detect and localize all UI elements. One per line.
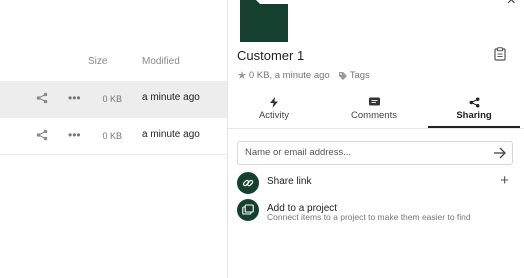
tag-icon (338, 71, 347, 80)
column-header-size[interactable]: Size (88, 56, 107, 67)
tab-activity[interactable]: Activity (228, 96, 320, 126)
share-link-row[interactable]: Share link + (237, 172, 517, 194)
file-size: 0 KB (102, 94, 122, 104)
tab-label: Activity (258, 110, 290, 121)
sidebar-tabs: Activity Comments Sharing (228, 96, 524, 129)
file-modified: a minute ago (142, 129, 200, 140)
clipboard-icon[interactable] (494, 47, 506, 61)
link-icon (237, 172, 259, 194)
file-size: 0 KB (102, 131, 122, 141)
star-icon[interactable]: ★ (237, 69, 247, 82)
bolt-icon (270, 97, 278, 108)
tags-link[interactable]: Tags (350, 70, 370, 81)
close-icon[interactable]: × (507, 0, 516, 10)
file-row[interactable]: ••• 0 KB a minute ago (0, 81, 227, 118)
share-link-label: Share link (267, 176, 312, 187)
tab-sharing[interactable]: Sharing (428, 96, 520, 128)
file-title: Customer 1 (237, 48, 305, 63)
arrow-right-icon[interactable] (493, 147, 507, 159)
add-to-project-row[interactable]: Add to a project Connect items to a proj… (237, 199, 517, 222)
share-search-field[interactable] (237, 141, 513, 165)
comment-icon (368, 97, 380, 106)
share-icon[interactable] (36, 129, 48, 141)
tab-comments[interactable]: Comments (328, 96, 420, 126)
file-meta: ★ 0 KB, a minute ago Tags (237, 69, 370, 82)
add-share-link-button[interactable]: + (500, 172, 509, 189)
column-header-modified[interactable]: Modified (142, 56, 180, 67)
project-icon (237, 199, 259, 221)
file-row[interactable]: ••• 0 KB a minute ago (0, 118, 227, 155)
add-to-project-description: Connect items to a project to make them … (267, 212, 471, 222)
tab-label: Sharing (456, 110, 492, 121)
share-icon[interactable] (36, 92, 48, 104)
size-time-text: 0 KB, a minute ago (248, 70, 330, 81)
tab-label: Comments (351, 110, 397, 121)
file-list: Size Modified ••• 0 KB a minute ago ••• … (0, 0, 227, 278)
share-icon (469, 97, 479, 108)
more-actions-icon[interactable]: ••• (68, 128, 81, 142)
share-with-input[interactable] (243, 146, 487, 159)
folder-icon (240, 0, 288, 42)
more-actions-icon[interactable]: ••• (68, 91, 81, 105)
file-modified: a minute ago (142, 92, 200, 103)
details-sidebar: × Customer 1 ★ 0 KB, a minute ago Tags A… (228, 0, 524, 278)
